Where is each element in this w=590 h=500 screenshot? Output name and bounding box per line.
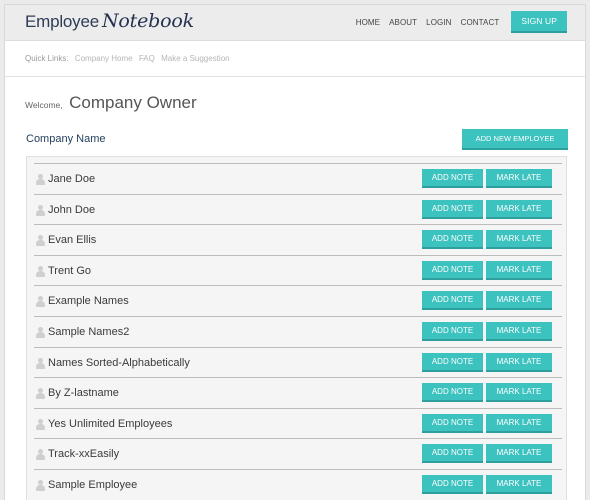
main-nav: HOME ABOUT LOGIN CONTACT SIGN UP: [347, 11, 567, 33]
employee-row: Yes Unlimited Employees ADD NOTE MARK LATE: [34, 407, 562, 439]
person-icon: [36, 174, 45, 185]
person-icon: [36, 265, 45, 277]
person-icon: [36, 418, 45, 430]
employee-name[interactable]: Track-xxEasily: [48, 448, 119, 460]
mark-late-button[interactable]: MARK LATE: [486, 321, 552, 341]
employee-row: John Doe ADD NOTE MARK LATE: [34, 193, 562, 225]
employee-row: Track-xxEasily ADD NOTE MARK LATE: [34, 438, 562, 469]
employee-name[interactable]: Evan Ellis: [48, 234, 96, 246]
person-icon: [36, 296, 45, 308]
mark-late-button[interactable]: MARK LATE: [486, 291, 552, 311]
nav-home-link[interactable]: HOME: [356, 18, 380, 27]
logo-suffix: Notebook: [102, 10, 194, 32]
welcome-user-name: Company Owner: [69, 93, 197, 112]
employee-row: Evan Ellis ADD NOTE MARK LATE: [34, 224, 562, 255]
add-note-button[interactable]: ADD NOTE: [422, 352, 483, 372]
company-name-title: Company Name: [26, 133, 106, 145]
person-icon: [36, 204, 45, 216]
welcome-heading: Welcome, Company Owner: [25, 93, 197, 113]
employee-name[interactable]: Sample Names2: [48, 326, 129, 338]
employee-row: Sample Employee ADD NOTE MARK LATE: [34, 468, 562, 500]
signup-button[interactable]: SIGN UP: [511, 11, 567, 33]
nav-login-link[interactable]: LOGIN: [426, 18, 451, 27]
add-note-button[interactable]: ADD NOTE: [422, 444, 483, 464]
employee-row: Names Sorted-Alphabetically ADD NOTE MARK …: [34, 346, 562, 378]
employee-row: Jane Doe ADD NOTE MARK LATE: [34, 163, 562, 194]
employee-row: Sample Names2 ADD NOTE MARK LATE: [34, 315, 562, 347]
person-icon: [36, 388, 45, 400]
employee-name[interactable]: Yes Unlimited Employees: [48, 418, 172, 430]
nav-about-link[interactable]: ABOUT: [389, 18, 417, 27]
person-icon: [36, 235, 45, 247]
add-new-employee-button[interactable]: ADD NEW EMPLOYEE: [462, 129, 568, 150]
welcome-greeting: Welcome,: [25, 100, 63, 110]
employee-row: Example Names ADD NOTE MARK LATE: [34, 285, 562, 316]
quick-link-faq[interactable]: FAQ: [139, 54, 155, 63]
top-header: Employee Notebook HOME ABOUT LOGIN CONTAC…: [5, 5, 585, 41]
add-note-button[interactable]: ADD NOTE: [422, 383, 483, 403]
employee-name[interactable]: Names Sorted-Alphabetically: [48, 357, 190, 369]
mark-late-button[interactable]: MARK LATE: [486, 383, 552, 403]
employee-row: By Z-lastname ADD NOTE MARK LATE: [34, 377, 562, 408]
person-icon: [36, 449, 45, 461]
person-icon: [36, 326, 45, 338]
nav-contact-link[interactable]: CONTACT: [461, 18, 500, 27]
logo-prefix: Employee: [25, 12, 99, 31]
add-note-button[interactable]: ADD NOTE: [422, 169, 483, 188]
add-note-button[interactable]: ADD NOTE: [422, 291, 483, 311]
employee-name[interactable]: Sample Employee: [48, 479, 137, 491]
mark-late-button[interactable]: MARK LATE: [486, 199, 552, 219]
mark-late-button[interactable]: MARK LATE: [486, 169, 552, 188]
quick-links-bar: Quick Links: Company Home FAQ Make a Sug…: [5, 41, 585, 77]
mark-late-button[interactable]: MARK LATE: [486, 444, 552, 464]
add-note-button[interactable]: ADD NOTE: [422, 321, 483, 341]
employee-name[interactable]: By Z-lastname: [48, 387, 119, 399]
person-icon: [36, 479, 45, 491]
site-logo[interactable]: Employee Notebook: [25, 10, 194, 32]
add-note-button[interactable]: ADD NOTE: [422, 199, 483, 219]
add-note-button[interactable]: ADD NOTE: [422, 413, 483, 433]
add-note-button[interactable]: ADD NOTE: [422, 474, 483, 494]
mark-late-button[interactable]: MARK LATE: [486, 474, 552, 494]
app-frame: Employee Notebook HOME ABOUT LOGIN CONTAC…: [4, 4, 586, 500]
quick-link-suggestion[interactable]: Make a Suggestion: [161, 54, 230, 63]
employee-name[interactable]: Jane Doe: [48, 173, 95, 185]
employee-name[interactable]: John Doe: [48, 204, 95, 216]
employee-list: Jane Doe ADD NOTE MARK LATE John Doe ADD NOT…: [26, 156, 567, 500]
mark-late-button[interactable]: MARK LATE: [486, 352, 552, 372]
person-icon: [36, 357, 45, 369]
add-note-button[interactable]: ADD NOTE: [422, 230, 483, 250]
mark-late-button[interactable]: MARK LATE: [486, 260, 552, 280]
mark-late-button[interactable]: MARK LATE: [486, 230, 552, 250]
employee-row: Trent Go ADD NOTE MARK LATE: [34, 254, 562, 286]
mark-late-button[interactable]: MARK LATE: [486, 413, 552, 433]
add-note-button[interactable]: ADD NOTE: [422, 260, 483, 280]
quick-link-company-home[interactable]: Company Home: [75, 54, 133, 63]
employee-name[interactable]: Example Names: [48, 295, 129, 307]
employee-name[interactable]: Trent Go: [48, 265, 91, 277]
quick-links-label: Quick Links:: [25, 54, 69, 63]
